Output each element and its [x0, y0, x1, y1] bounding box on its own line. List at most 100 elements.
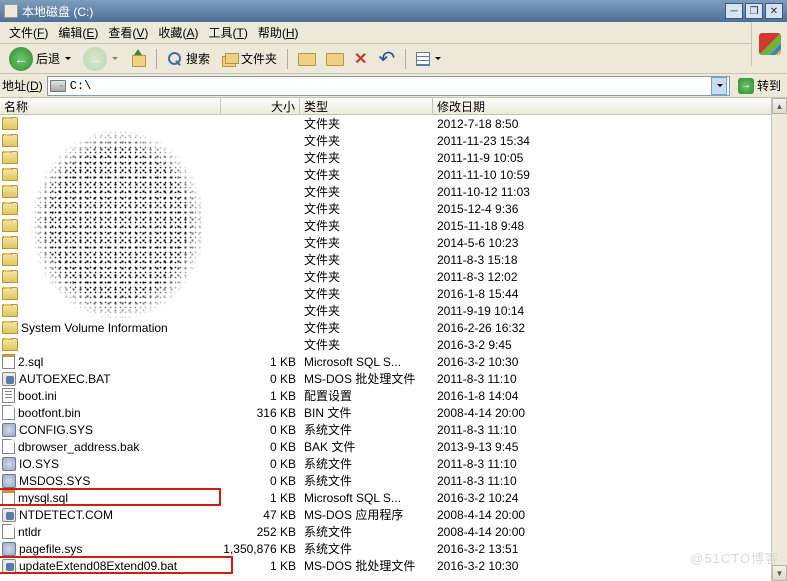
list-item[interactable]: 文件夹2015-12-4 9:36	[0, 200, 787, 217]
file-size: 0 KB	[221, 440, 300, 454]
file-type: 文件夹	[300, 234, 433, 251]
list-item[interactable]: 文件夹2011-11-23 15:34	[0, 132, 787, 149]
menu-favorites[interactable]: 收藏(A)	[153, 22, 203, 43]
scroll-up-button[interactable]: ▲	[772, 98, 787, 114]
sql-icon	[2, 354, 15, 369]
go-button[interactable]: → 转到	[734, 76, 785, 96]
file-name: ntldr	[18, 525, 41, 539]
forward-icon: →	[83, 47, 107, 71]
list-item[interactable]: 文件夹2011-8-3 12:02	[0, 268, 787, 285]
separator	[405, 49, 406, 69]
list-item[interactable]: MSDOS.SYS0 KB系统文件2011-8-3 11:10	[0, 472, 787, 489]
views-button[interactable]	[411, 48, 446, 70]
up-icon	[130, 51, 146, 67]
file-list[interactable]: 文件夹2012-7-18 8:50文件夹2011-11-23 15:34文件夹2…	[0, 115, 787, 574]
up-button[interactable]	[125, 48, 151, 70]
file-date: 2011-11-23 15:34	[433, 134, 787, 148]
ini-icon	[2, 388, 15, 403]
list-item[interactable]: 2.sql1 KBMicrosoft SQL S...2016-3-2 10:3…	[0, 353, 787, 370]
address-label: 地址(D)	[2, 77, 43, 94]
file-type: 文件夹	[300, 115, 433, 132]
list-item[interactable]: System Volume Information文件夹2016-2-26 16…	[0, 319, 787, 336]
list-item[interactable]: updateExtend08Extend09.bat1 KBMS-DOS 批处理…	[0, 557, 787, 574]
file-type: 文件夹	[300, 302, 433, 319]
drive-icon	[4, 4, 18, 18]
address-input[interactable]: C:\	[47, 76, 730, 96]
file-date: 2008-4-14 20:00	[433, 406, 787, 420]
folder-icon	[2, 168, 18, 181]
list-item[interactable]: 文件夹2011-10-12 11:03	[0, 183, 787, 200]
delete-button[interactable]: ✕	[349, 48, 372, 70]
menu-edit[interactable]: 编辑(E)	[53, 22, 103, 43]
header-date[interactable]: 修改日期	[433, 98, 787, 114]
menu-bar: 文件(F) 编辑(E) 查看(V) 收藏(A) 工具(T) 帮助(H)	[0, 22, 787, 44]
forward-button[interactable]: →	[78, 48, 123, 70]
file-type: Microsoft SQL S...	[300, 355, 433, 369]
list-item[interactable]: 文件夹2011-8-3 15:18	[0, 251, 787, 268]
list-item[interactable]: ntldr252 KB系统文件2008-4-14 20:00	[0, 523, 787, 540]
file-name: MSDOS.SYS	[19, 474, 90, 488]
header-size[interactable]: 大小	[221, 98, 300, 114]
file-type: 文件夹	[300, 285, 433, 302]
maximize-button[interactable]: ❐	[745, 3, 763, 19]
file-date: 2008-4-14 20:00	[433, 508, 787, 522]
menu-tools[interactable]: 工具(T)	[203, 22, 252, 43]
file-date: 2011-10-12 11:03	[433, 185, 787, 199]
search-button[interactable]: 搜索	[162, 48, 215, 70]
toolbar: ← 后退 → 搜索 文件夹 ✕	[0, 44, 787, 74]
menu-view[interactable]: 查看(V)	[103, 22, 153, 43]
search-icon	[167, 51, 183, 67]
bat-icon	[2, 559, 16, 573]
file-type: 文件夹	[300, 251, 433, 268]
menu-file[interactable]: 文件(F)	[4, 22, 53, 43]
folders-button[interactable]: 文件夹	[217, 48, 282, 70]
list-item[interactable]: 文件夹2011-9-19 10:14	[0, 302, 787, 319]
list-item[interactable]: CONFIG.SYS0 KB系统文件2011-8-3 11:10	[0, 421, 787, 438]
file-name: mysql.sql	[18, 491, 68, 505]
menu-help[interactable]: 帮助(H)	[253, 22, 304, 43]
file-name: boot.ini	[18, 389, 57, 403]
column-headers: 名称 大小 类型 修改日期	[0, 98, 787, 115]
file-name: AUTOEXEC.BAT	[19, 372, 111, 386]
address-bar: 地址(D) C:\ → 转到	[0, 74, 787, 98]
folder-icon	[2, 287, 18, 300]
list-item[interactable]: dbrowser_address.bak0 KBBAK 文件2013-9-13 …	[0, 438, 787, 455]
list-item[interactable]: 文件夹2015-11-18 9:48	[0, 217, 787, 234]
close-button[interactable]: ✕	[765, 3, 783, 19]
sys-icon	[2, 474, 16, 488]
list-item[interactable]: pagefile.sys1,350,876 KB系统文件2016-3-2 13:…	[0, 540, 787, 557]
list-item[interactable]: 文件夹2012-7-18 8:50	[0, 115, 787, 132]
list-item[interactable]: NTDETECT.COM47 KBMS-DOS 应用程序2008-4-14 20…	[0, 506, 787, 523]
title-bar: 本地磁盘 (C:) ─ ❐ ✕	[0, 0, 787, 22]
list-item[interactable]: bootfont.bin316 KBBIN 文件2008-4-14 20:00	[0, 404, 787, 421]
file-name: updateExtend08Extend09.bat	[19, 559, 177, 573]
list-item[interactable]: 文件夹2016-1-8 15:44	[0, 285, 787, 302]
list-item[interactable]: mysql.sql1 KBMicrosoft SQL S...2016-3-2 …	[0, 489, 787, 506]
scroll-down-button[interactable]: ▼	[772, 565, 787, 581]
copy-to-button[interactable]	[321, 48, 347, 70]
address-dropdown[interactable]	[711, 77, 727, 95]
list-item[interactable]: AUTOEXEC.BAT0 KBMS-DOS 批处理文件2011-8-3 11:…	[0, 370, 787, 387]
header-name[interactable]: 名称	[0, 98, 221, 114]
file-date: 2016-3-2 10:30	[433, 355, 787, 369]
sys-icon	[2, 542, 16, 556]
folders-label: 文件夹	[241, 50, 277, 67]
undo-button[interactable]	[374, 48, 400, 70]
back-button[interactable]: ← 后退	[4, 48, 76, 70]
minimize-button[interactable]: ─	[725, 3, 743, 19]
folder-icon	[2, 219, 18, 232]
file-date: 2008-4-14 20:00	[433, 525, 787, 539]
list-item[interactable]: IO.SYS0 KB系统文件2011-8-3 11:10	[0, 455, 787, 472]
file-icon	[2, 439, 15, 454]
list-item[interactable]: 文件夹2011-11-10 10:59	[0, 166, 787, 183]
file-type: MS-DOS 应用程序	[300, 506, 433, 523]
list-item[interactable]: 文件夹2014-5-6 10:23	[0, 234, 787, 251]
list-item[interactable]: 文件夹2011-11-9 10:05	[0, 149, 787, 166]
undo-icon	[379, 51, 395, 67]
list-item[interactable]: boot.ini1 KB配置设置2016-1-8 14:04	[0, 387, 787, 404]
separator	[287, 49, 288, 69]
vertical-scrollbar[interactable]: ▲ ▼	[771, 98, 787, 581]
move-to-button[interactable]	[293, 48, 319, 70]
list-item[interactable]: 文件夹2016-3-2 9:45	[0, 336, 787, 353]
header-type[interactable]: 类型	[300, 98, 433, 114]
